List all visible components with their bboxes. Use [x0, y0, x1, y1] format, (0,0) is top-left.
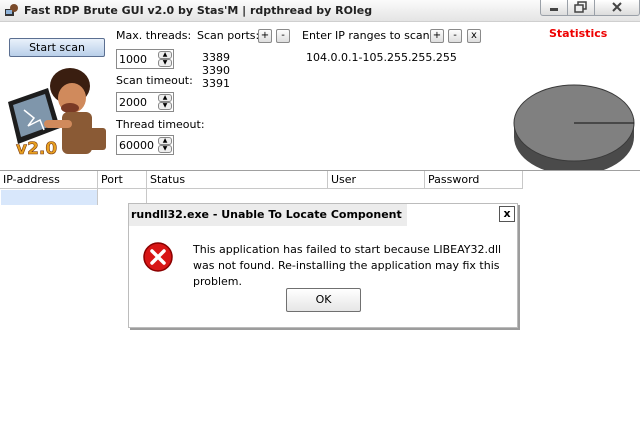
- mascot-logo: v2.0: [8, 68, 106, 158]
- column-divider: [97, 171, 98, 205]
- settings-panel: Start scan v2.0 Max. threads: 1000 ▲ ▼ Sc…: [0, 23, 640, 175]
- spin-down-icon: ▼: [158, 102, 172, 110]
- title-bar: Fast RDP Brute GUI v2.0 by Stas'M | rdpt…: [0, 0, 640, 22]
- column-header-status[interactable]: Status: [147, 171, 328, 189]
- column-header-port[interactable]: Port: [98, 171, 147, 189]
- list-item[interactable]: 104.0.0.1-105.255.255.255: [306, 51, 457, 64]
- remove-range-button[interactable]: -: [448, 29, 462, 43]
- selected-cell[interactable]: [1, 190, 97, 205]
- ip-ranges-label: Enter IP ranges to scan:: [302, 29, 434, 42]
- thread-timeout-spinner[interactable]: 60000 ▲ ▼: [116, 135, 174, 155]
- minimize-icon: [550, 8, 558, 11]
- column-header-password[interactable]: Password: [425, 171, 523, 189]
- spinner-arrows[interactable]: ▲ ▼: [158, 94, 172, 110]
- close-icon: [612, 2, 622, 12]
- error-icon: [143, 242, 173, 272]
- add-range-button[interactable]: +: [430, 29, 444, 43]
- close-button[interactable]: [594, 0, 640, 16]
- list-item[interactable]: 3391: [202, 77, 230, 90]
- scan-timeout-spinner[interactable]: 2000 ▲ ▼: [116, 92, 174, 112]
- scan-ports-label: Scan ports:: [197, 29, 260, 42]
- column-divider: [146, 171, 147, 205]
- window-title: Fast RDP Brute GUI v2.0 by Stas'M | rdpt…: [24, 4, 373, 17]
- add-port-button[interactable]: +: [258, 29, 272, 43]
- clear-ranges-button[interactable]: x: [467, 29, 481, 43]
- thread-timeout-value: 60000: [119, 139, 154, 152]
- mascot-badge: v2.0: [16, 139, 57, 158]
- column-header-ip[interactable]: IP-address: [0, 171, 98, 189]
- spin-down-icon: ▼: [158, 59, 172, 67]
- minimize-button[interactable]: [540, 0, 568, 16]
- spinner-arrows[interactable]: ▲ ▼: [158, 137, 172, 153]
- max-threads-label: Max. threads:: [116, 29, 192, 42]
- spin-up-icon: ▲: [158, 51, 172, 59]
- dialog-title: rundll32.exe - Unable To Locate Componen…: [129, 204, 407, 226]
- statistics-pie-chart: [513, 84, 635, 175]
- dialog-close-button[interactable]: x: [499, 206, 515, 222]
- start-scan-button[interactable]: Start scan: [9, 38, 105, 57]
- spin-down-icon: ▼: [158, 145, 172, 153]
- app-icon: [5, 4, 18, 16]
- max-threads-value: 1000: [119, 53, 147, 66]
- remove-port-button[interactable]: -: [276, 29, 290, 43]
- spinner-arrows[interactable]: ▲ ▼: [158, 51, 172, 67]
- scan-timeout-value: 2000: [119, 96, 147, 109]
- grid-header: IP-address Port Status User Password: [0, 171, 523, 189]
- thread-timeout-label: Thread timeout:: [116, 118, 205, 131]
- error-dialog: rundll32.exe - Unable To Locate Componen…: [128, 203, 518, 328]
- max-threads-spinner[interactable]: 1000 ▲ ▼: [116, 49, 174, 69]
- statistics-title: Statistics: [549, 27, 608, 40]
- ok-button[interactable]: OK: [286, 288, 361, 312]
- list-item[interactable]: 3390: [202, 64, 230, 77]
- list-item[interactable]: 3389: [202, 51, 230, 64]
- maximize-button[interactable]: [567, 0, 595, 16]
- dialog-message: This application has failed to start bec…: [193, 243, 502, 288]
- restore-icon: [574, 1, 587, 13]
- spin-up-icon: ▲: [158, 137, 172, 145]
- scan-timeout-label: Scan timeout:: [116, 74, 193, 87]
- spin-up-icon: ▲: [158, 94, 172, 102]
- app-window: Fast RDP Brute GUI v2.0 by Stas'M | rdpt…: [0, 0, 640, 443]
- column-header-user[interactable]: User: [328, 171, 425, 189]
